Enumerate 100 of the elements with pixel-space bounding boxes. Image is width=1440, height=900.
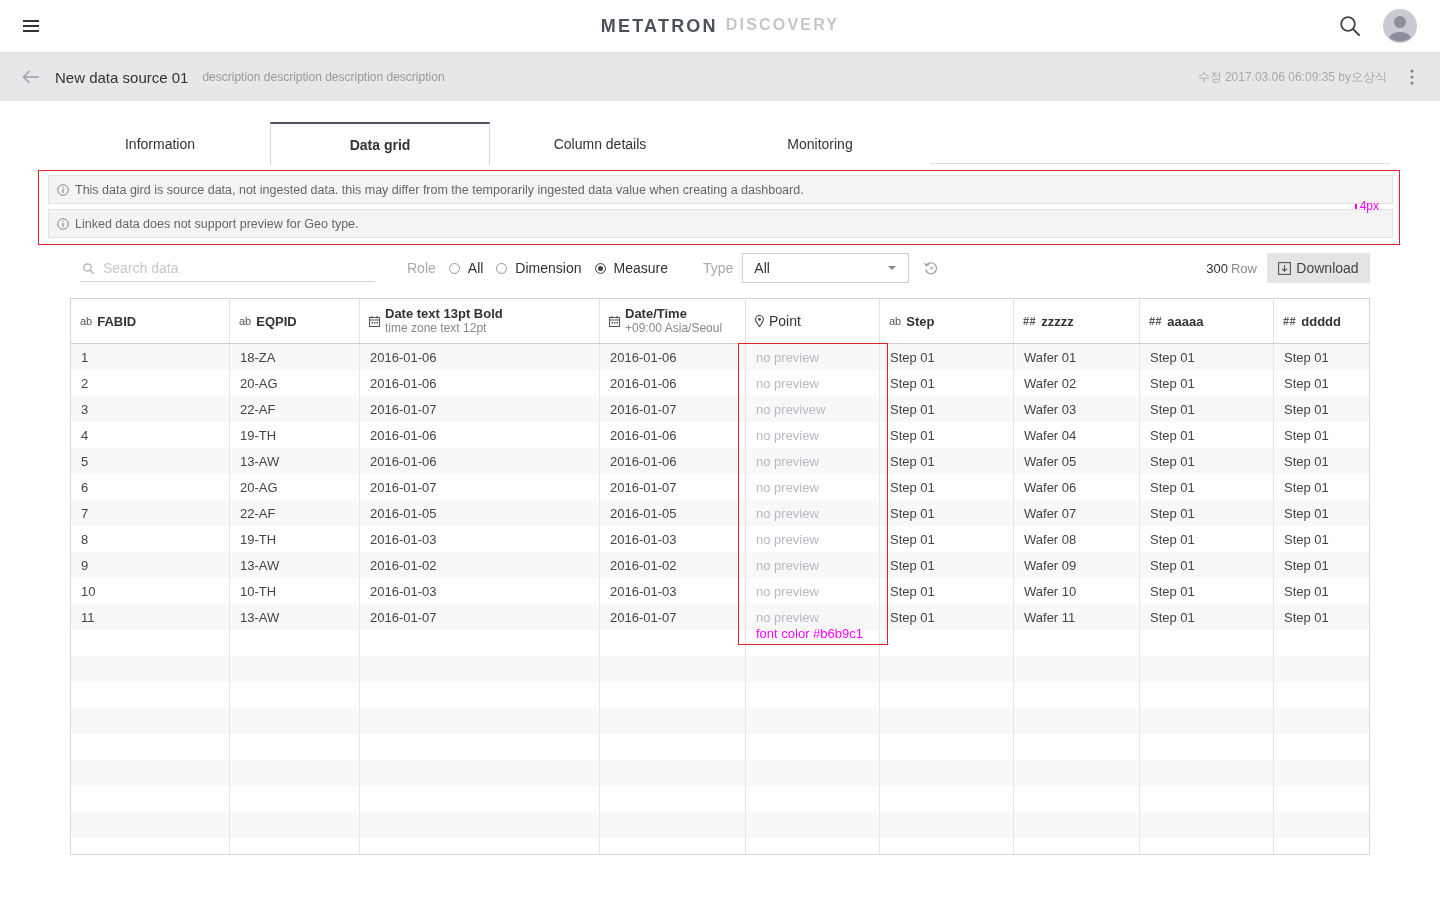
- column-subtitle: time zone text 12pt: [385, 321, 488, 336]
- role-option[interactable]: Measure: [594, 260, 668, 276]
- table-cell: 2016-01-06: [600, 448, 746, 474]
- table-cell: 8: [71, 526, 230, 552]
- spacing-annotation: 4px: [1359, 199, 1379, 213]
- table-cell-text: Step 01: [1283, 582, 1330, 601]
- table-cell: no preview: [746, 552, 880, 578]
- download-icon: [1278, 261, 1292, 275]
- table-cell: Step 01: [880, 604, 1014, 630]
- table-cell: Wafer 06: [1014, 474, 1140, 500]
- table-cell: Wafer 02: [1014, 370, 1140, 396]
- tab[interactable]: Data grid: [270, 122, 490, 165]
- column-type-label: ##: [1023, 315, 1037, 327]
- type-select[interactable]: All: [742, 253, 910, 283]
- column-name: Date text 13pt Bold: [385, 306, 503, 321]
- table-cell: Wafer 01: [1014, 344, 1140, 370]
- column-name: Step: [906, 313, 935, 329]
- column-subtitle: +09:00 Asia/Seoul: [625, 321, 723, 336]
- modified-info: 수정 2017.03.06 06:09:35 by오상식: [1197, 68, 1387, 86]
- table-cell: Wafer 03: [1014, 396, 1140, 422]
- column-type-label: ab: [889, 315, 902, 327]
- radio-icon[interactable]: [496, 262, 508, 274]
- radio-icon[interactable]: [594, 262, 606, 274]
- avatar-icon[interactable]: [1383, 9, 1417, 43]
- menu-icon[interactable]: [23, 20, 39, 32]
- table-cell: Step 01: [1140, 552, 1274, 578]
- page-title: New data source 01: [55, 68, 189, 86]
- table-cell: 6: [71, 474, 230, 500]
- calendar-icon: [609, 315, 620, 327]
- table-cell: Step 01: [1140, 526, 1274, 552]
- table-cell: 2016-01-07: [600, 396, 746, 422]
- table-cell: Step 01: [1140, 422, 1274, 448]
- table-cell: 2016-01-06: [600, 344, 746, 370]
- table-cell: 2016-01-06: [360, 448, 600, 474]
- table-cell-text: Step 01: [1283, 348, 1330, 367]
- table-cell: 2016-01-03: [360, 526, 600, 552]
- back-arrow-icon[interactable]: [22, 70, 40, 84]
- role-label: Role: [407, 260, 436, 276]
- table-cell: 2016-01-07: [360, 396, 600, 422]
- search-icon[interactable]: [1340, 16, 1360, 36]
- table-cell-text: Step 01: [1283, 426, 1330, 445]
- column-type-label: ##: [1149, 315, 1163, 327]
- table-cell: 1: [71, 344, 230, 370]
- table-cell-text: Step 01: [1283, 478, 1330, 497]
- table-cell: 5: [71, 448, 230, 474]
- table-cell-text: Step 01: [1283, 504, 1330, 523]
- reset-icon[interactable]: [923, 260, 940, 276]
- table-cell: 13-AW: [230, 604, 360, 630]
- table-cell-text: Step 01: [1283, 452, 1330, 471]
- logo-name: METATRON: [600, 15, 718, 37]
- table-cell: no preview: [746, 500, 880, 526]
- table-cell: no preview: [746, 448, 880, 474]
- table-cell: Step 01: [1140, 604, 1274, 630]
- table-cell: Step 01: [880, 396, 1014, 422]
- table-cell: Wafer 08: [1014, 526, 1140, 552]
- column-name: ddddd: [1301, 313, 1341, 329]
- table-cell: 10: [71, 578, 230, 604]
- calendar-icon: [369, 315, 380, 327]
- page-description: description description description description: [202, 70, 445, 84]
- table-cell: Step 01: [880, 526, 1014, 552]
- column-name: Date/Time: [625, 306, 688, 321]
- logo-tagline: DISCOVERY: [725, 15, 840, 35]
- table-cell: no preview: [746, 370, 880, 396]
- table-cell: Step 01: [1140, 474, 1274, 500]
- table-cell: Step 01: [1140, 500, 1274, 526]
- table-cell: 2016-01-03: [600, 578, 746, 604]
- role-option[interactable]: Dimension: [496, 260, 582, 276]
- search-icon: [83, 263, 94, 274]
- column-type-label: ab: [80, 315, 93, 327]
- radio-icon[interactable]: [448, 262, 460, 274]
- table-cell: 19-TH: [230, 422, 360, 448]
- table-cell: 9: [71, 552, 230, 578]
- table-cell: no preview: [746, 474, 880, 500]
- table-cell: 2016-01-05: [360, 500, 600, 526]
- table-cell-text: Step 01: [1283, 374, 1330, 393]
- table-cell-text: Step 01: [1283, 556, 1330, 575]
- column-name: FABID: [97, 313, 137, 329]
- table-cell: Step 01: [1140, 448, 1274, 474]
- download-button[interactable]: Download: [1267, 253, 1370, 283]
- table-cell: 10-TH: [230, 578, 360, 604]
- table-cell: no preview: [746, 344, 880, 370]
- more-icon[interactable]: [1410, 69, 1414, 85]
- table-cell: 2016-01-07: [600, 604, 746, 630]
- pin-icon: [755, 315, 764, 327]
- column-type-label: ab: [239, 315, 252, 327]
- role-option[interactable]: All: [448, 260, 484, 276]
- table-cell: 13-AW: [230, 552, 360, 578]
- spacing-marker-icon: [1354, 203, 1357, 209]
- table-cell: 2016-01-06: [600, 370, 746, 396]
- table-cell: 2016-01-02: [360, 552, 600, 578]
- row-count-unit: Row: [1231, 260, 1257, 276]
- table-cell: 13-AW: [230, 448, 360, 474]
- table-cell: 2016-01-03: [600, 526, 746, 552]
- table-cell: no preview: [746, 526, 880, 552]
- column-name: zzzzz: [1041, 313, 1074, 329]
- table-cell: Wafer 10: [1014, 578, 1140, 604]
- table-cell: Wafer 11: [1014, 604, 1140, 630]
- table-cell: Wafer 05: [1014, 448, 1140, 474]
- table-cell: 20-AG: [230, 474, 360, 500]
- table-cell: Step 01: [880, 500, 1014, 526]
